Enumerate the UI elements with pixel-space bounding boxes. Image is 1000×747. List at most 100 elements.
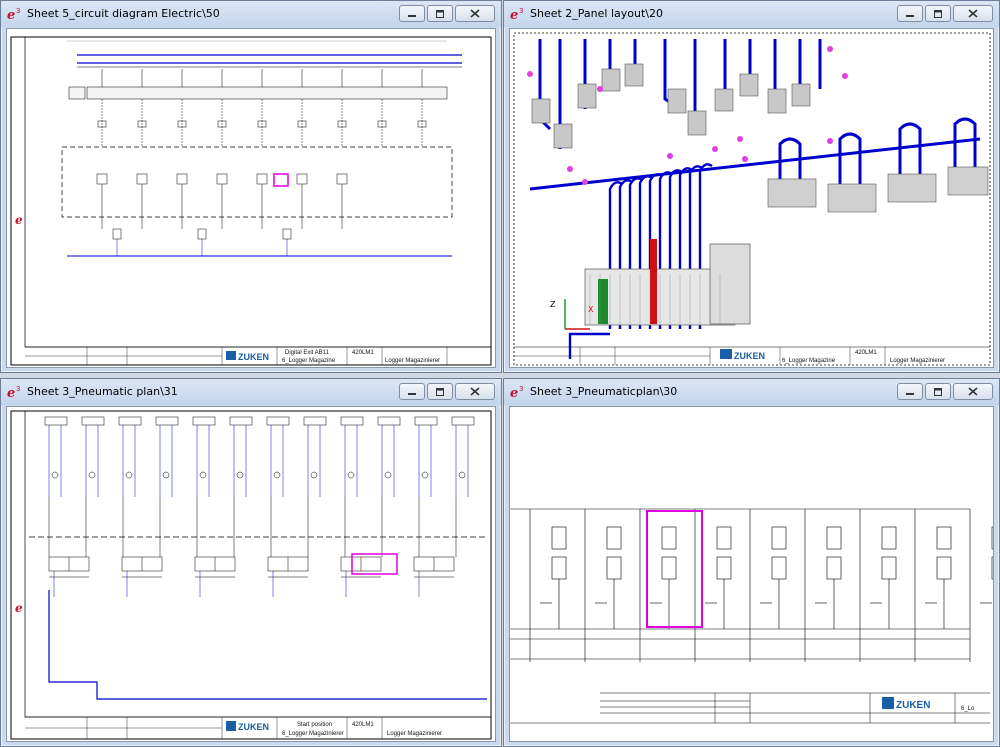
cylinder-symbol [44, 416, 68, 426]
drawing-canvas-pneumatic-31[interactable]: e ZUKEN Start position 6_Logger Magazini… [6, 406, 496, 742]
throttle-symbol [162, 471, 170, 479]
circuit-relay [176, 173, 188, 185]
close-icon [968, 9, 978, 18]
throttle-symbol [236, 471, 244, 479]
throttle-symbol [310, 471, 318, 479]
minimize-button[interactable] [897, 383, 923, 400]
title-bar[interactable]: e3 Sheet 2_Panel layout\20 [504, 1, 999, 27]
cylinder-symbol [414, 416, 438, 426]
circuit-relay [136, 173, 148, 185]
titleblock-code: 420LM1 [855, 350, 877, 356]
svg-text:3: 3 [519, 7, 523, 15]
window-pneumatic-plan-30[interactable]: e3 Sheet 3_Pneumaticplan\30 ZUKEN 6_Lo [503, 378, 1000, 747]
svg-text:e: e [7, 8, 15, 22]
svg-text:e: e [15, 601, 23, 615]
svg-text:3: 3 [16, 7, 20, 15]
minimize-button[interactable] [897, 5, 923, 22]
axis-x-label: X [588, 305, 594, 314]
title-bar[interactable]: e3 Sheet 5_circuit diagram Electric\50 [1, 1, 501, 27]
maximize-icon [934, 9, 942, 18]
cylinder-symbol [266, 416, 290, 426]
valve-symbol [661, 556, 677, 580]
titleblock-line2: 6_Logger Magazine [282, 358, 336, 364]
valve-symbol [826, 556, 842, 580]
throttle-symbol [51, 471, 59, 479]
title-bar[interactable]: e3 Sheet 3_Pneumaticplan\30 [504, 379, 999, 405]
circuit-relay [336, 173, 348, 185]
valve-symbol [551, 526, 567, 550]
titleblock-line1: Start position [297, 722, 332, 728]
cylinder-symbol [81, 416, 105, 426]
titleblock-line2: 6_Lo [961, 706, 975, 712]
close-icon [470, 9, 480, 18]
svg-text:e: e [510, 386, 518, 400]
circuit-relay [256, 173, 268, 185]
svg-text:3: 3 [16, 385, 20, 393]
close-button[interactable] [455, 383, 495, 400]
maximize-button[interactable] [925, 383, 951, 400]
maximize-button[interactable] [427, 5, 453, 22]
close-button[interactable] [953, 5, 993, 22]
minimize-icon [408, 14, 416, 17]
cylinder-symbol [451, 416, 475, 426]
window-title: Sheet 3_Pneumatic plan\31 [27, 385, 178, 398]
circuit-relay [216, 173, 228, 185]
titleblock-line2: 6_Logger Magazine [782, 358, 836, 364]
throttle-symbol [384, 471, 392, 479]
valve-symbol [606, 526, 622, 550]
circuit-diagram-drawing: e ZUKEN Digital Exit AB11 6_Logger Magaz… [10, 36, 492, 366]
window-panel-layout[interactable]: e3 Sheet 2_Panel layout\20 Z X ZUKEN 6_L… [503, 0, 1000, 373]
pneumatic-plan-zoomed: ZUKEN 6_Lo [510, 508, 993, 724]
valve-symbol [551, 556, 567, 580]
drawing-canvas-pneumatic-30[interactable]: ZUKEN 6_Lo [509, 406, 994, 742]
svg-text:e: e [7, 386, 15, 400]
close-icon [968, 387, 978, 396]
e3-logo-icon: e3 [510, 7, 523, 22]
throttle-symbol [347, 471, 355, 479]
maximize-button[interactable] [427, 383, 453, 400]
throttle-symbol [421, 471, 429, 479]
drawing-canvas-circuit[interactable]: e ZUKEN Digital Exit AB11 6_Logger Magaz… [6, 28, 496, 368]
throttle-symbol [88, 471, 96, 479]
titleblock-right: Logger Magazinierer [387, 731, 442, 737]
throttle-symbol [273, 471, 281, 479]
valve-symbol [936, 526, 952, 550]
window-title: Sheet 5_circuit diagram Electric\50 [27, 7, 220, 20]
titleblock-code: 420LM1 [352, 350, 374, 356]
close-button[interactable] [455, 5, 495, 22]
titleblock-right: Logger Magazinierer [890, 358, 945, 364]
maximize-icon [934, 387, 942, 396]
valve-symbol [881, 556, 897, 580]
window-title: Sheet 3_Pneumaticplan\30 [530, 385, 678, 398]
circuit-terminal [112, 228, 122, 240]
minimize-icon [906, 14, 914, 17]
window-title: Sheet 2_Panel layout\20 [530, 7, 663, 20]
pneumatic-hose [568, 332, 610, 359]
svg-text:e: e [15, 213, 23, 227]
svg-text:3: 3 [519, 385, 523, 393]
zuken-logo: ZUKEN [238, 722, 269, 732]
minimize-button[interactable] [399, 383, 425, 400]
window-pneumatic-plan-31[interactable]: e3 Sheet 3_Pneumatic plan\31 e ZUKEN Sta… [0, 378, 502, 747]
titleblock-line1: Digital Exit AB11 [285, 350, 330, 356]
zuken-logo: ZUKEN [238, 352, 269, 362]
valve-symbol [716, 526, 732, 550]
maximize-icon [436, 387, 444, 396]
window-circuit-diagram[interactable]: e3 Sheet 5_circuit diagram Electric\50 e… [0, 0, 502, 373]
close-button[interactable] [953, 383, 993, 400]
cylinder-symbol [229, 416, 253, 426]
minimize-button[interactable] [399, 5, 425, 22]
titleblock-line2: 6_Logger Magazinierer [282, 731, 344, 737]
valve-symbol [991, 556, 993, 580]
minimize-icon [906, 392, 914, 395]
maximize-icon [436, 9, 444, 18]
svg-text:e: e [510, 8, 518, 22]
cylinder-symbol [377, 416, 401, 426]
maximize-button[interactable] [925, 5, 951, 22]
valve-symbol [771, 556, 787, 580]
title-bar[interactable]: e3 Sheet 3_Pneumatic plan\31 [1, 379, 501, 405]
e3-logo-icon: e3 [7, 7, 20, 22]
minimize-icon [408, 392, 416, 395]
drawing-canvas-panel[interactable]: Z X ZUKEN 6_Logger Magazine 420LM1 Logge… [509, 28, 994, 368]
cylinder-symbol [155, 416, 179, 426]
